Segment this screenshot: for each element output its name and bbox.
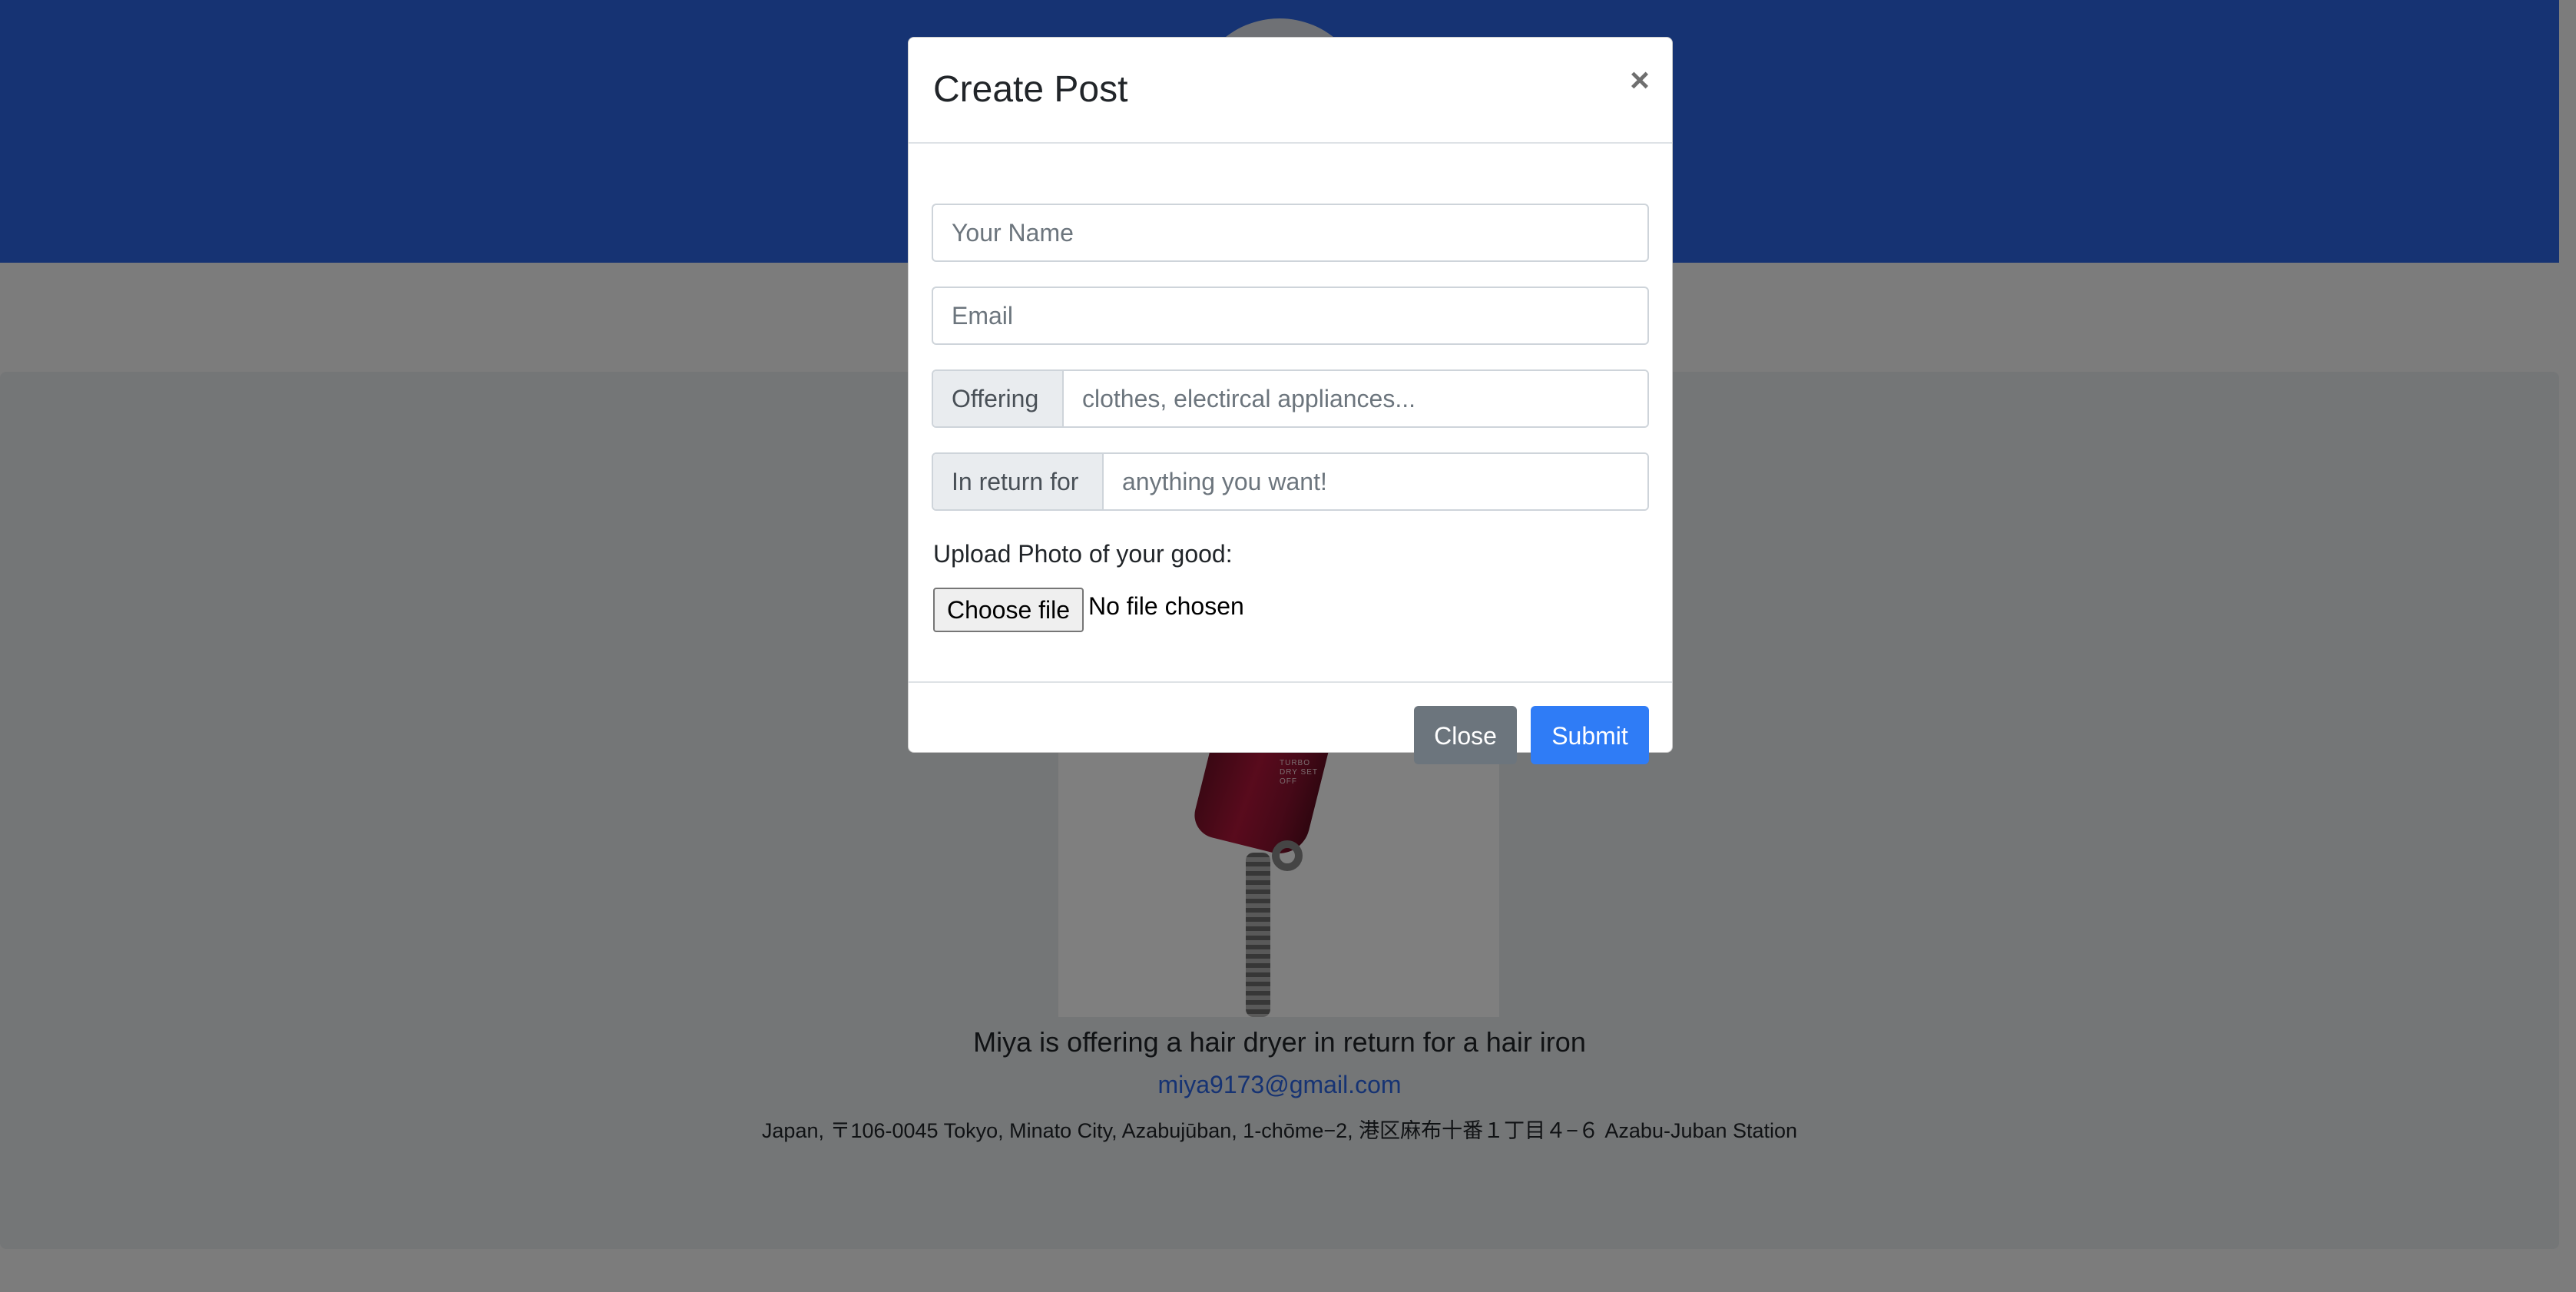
modal-footer: Close Submit [909,681,1672,764]
in-return-for-input[interactable] [1104,454,1647,509]
choose-file-button[interactable]: Choose file [933,588,1084,632]
file-status-text: No file chosen [1088,592,1244,620]
close-button[interactable]: Close [1414,706,1517,764]
offering-label: Offering [933,371,1064,426]
email-input[interactable] [932,287,1649,345]
return-input-group: In return for [932,452,1649,511]
modal-body: Offering In return for Upload Photo of y… [909,144,1672,681]
submit-button[interactable]: Submit [1531,706,1649,764]
upload-photo-label: Upload Photo of your good: [933,540,1233,568]
create-post-modal: Create Post × Offering In return for Upl… [908,37,1673,764]
close-icon[interactable]: × [1621,59,1658,102]
modal-header: Create Post × [909,38,1672,144]
offering-input[interactable] [1064,371,1647,426]
name-input[interactable] [932,204,1649,262]
offering-input-group: Offering [932,369,1649,428]
modal-title: Create Post [933,69,1128,110]
in-return-for-label: In return for [933,454,1104,509]
